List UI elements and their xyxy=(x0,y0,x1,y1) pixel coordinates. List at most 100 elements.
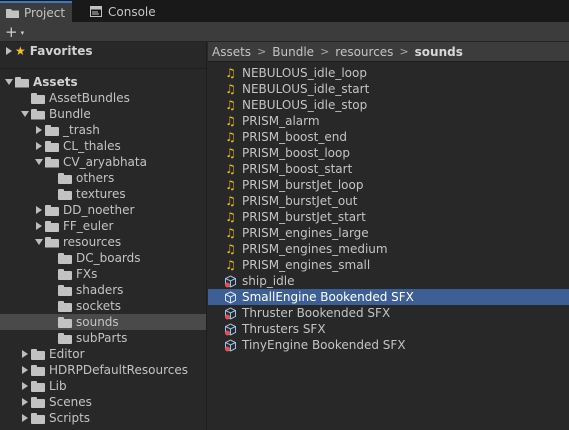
tree-item-assets[interactable]: Assets xyxy=(0,74,206,90)
tree-item-sounds[interactable]: sounds xyxy=(0,314,206,330)
file-item[interactable]: ♫ PRISM_boost_loop xyxy=(208,145,569,161)
expand-arrow-icon[interactable] xyxy=(34,205,44,215)
folder-tree-panel: ★ Favorites Assets AssetBundles Bundle _… xyxy=(0,42,207,430)
tree-item-hdrp-default-resources[interactable]: HDRPDefaultResources xyxy=(0,362,206,378)
tree-item-bundle[interactable]: Bundle xyxy=(0,106,206,122)
tree-item-label: FXs xyxy=(76,267,98,281)
folder-icon xyxy=(58,316,72,328)
file-name: PRISM_engines_large xyxy=(242,226,369,240)
file-item[interactable]: ♫ NEBULOUS_idle_start xyxy=(208,81,569,97)
file-item[interactable]: ♫ PRISM_alarm xyxy=(208,113,569,129)
tree-item-subparts[interactable]: subParts xyxy=(0,330,206,346)
expand-arrow-icon[interactable] xyxy=(4,46,14,56)
folder-icon xyxy=(58,252,72,264)
expand-arrow-icon[interactable] xyxy=(20,397,30,407)
tree-item-label: DC_boards xyxy=(76,251,141,265)
audio-clip-icon: ♫ xyxy=(225,258,236,272)
folder-icon xyxy=(58,188,72,200)
folder-icon xyxy=(31,364,45,376)
expand-arrow-icon[interactable] xyxy=(20,413,30,423)
tree-item-ff-euler[interactable]: FF_euler xyxy=(0,218,206,234)
audio-clip-icon: ♫ xyxy=(225,162,236,176)
tree-item-assetbundles[interactable]: AssetBundles xyxy=(0,90,206,106)
file-name: NEBULOUS_idle_loop xyxy=(242,66,367,80)
tree-item-label: resources xyxy=(63,235,122,249)
collapse-arrow-icon[interactable] xyxy=(4,77,14,87)
tree-item-sockets[interactable]: sockets xyxy=(0,298,206,314)
expand-arrow-icon[interactable] xyxy=(34,125,44,135)
file-item[interactable]: SmallEngine Bookended SFX xyxy=(208,289,569,305)
file-item[interactable]: TinyEngine Bookended SFX xyxy=(208,337,569,353)
tree-item-label: Lib xyxy=(49,379,67,393)
file-item[interactable]: ship_idle xyxy=(208,273,569,289)
collapse-arrow-icon[interactable] xyxy=(34,237,44,247)
audio-clip-icon: ♫ xyxy=(225,146,236,160)
tree-item-fxs[interactable]: FXs xyxy=(0,266,206,282)
expand-arrow-icon[interactable] xyxy=(34,221,44,231)
tree-item-dd-noether[interactable]: DD_noether xyxy=(0,202,206,218)
file-name: PRISM_alarm xyxy=(242,114,320,128)
file-name: Thruster Bookended SFX xyxy=(242,306,391,320)
tab-console[interactable]: Console xyxy=(84,2,164,22)
file-item[interactable]: ♫ NEBULOUS_idle_loop xyxy=(208,65,569,81)
file-item[interactable]: ♫ PRISM_boost_end xyxy=(208,129,569,145)
audio-clip-icon: ♫ xyxy=(225,82,236,96)
folder-icon xyxy=(45,140,59,152)
tree-item-label: Assets xyxy=(33,75,78,89)
file-item[interactable]: Thruster Bookended SFX xyxy=(208,305,569,321)
file-item[interactable]: ♫ PRISM_boost_start xyxy=(208,161,569,177)
console-icon xyxy=(90,6,103,18)
file-item[interactable]: ♫ PRISM_engines_large xyxy=(208,225,569,241)
file-name: PRISM_burstJet_loop xyxy=(242,178,364,192)
tree-item-scripts[interactable]: Scripts xyxy=(0,410,206,426)
tree-item-favorites[interactable]: ★ Favorites xyxy=(0,43,206,59)
expand-arrow-icon[interactable] xyxy=(20,365,30,375)
tree-item-others[interactable]: others xyxy=(0,170,206,186)
breadcrumb: Assets > Bundle > resources > sounds xyxy=(208,42,569,62)
file-item[interactable]: ♫ PRISM_engines_medium xyxy=(208,241,569,257)
tree-item-label: CV_aryabhata xyxy=(63,155,147,169)
breadcrumb-sounds[interactable]: sounds xyxy=(415,45,463,59)
file-item[interactable]: ♫ PRISM_burstJet_loop xyxy=(208,177,569,193)
add-asset-button[interactable]: + ▾ xyxy=(5,23,33,41)
audio-clip-icon: ♫ xyxy=(225,194,236,208)
folder-icon xyxy=(31,396,45,408)
tree-item-scenes[interactable]: Scenes xyxy=(0,394,206,410)
breadcrumb-resources[interactable]: resources xyxy=(335,45,393,59)
file-name: ship_idle xyxy=(242,274,295,288)
file-name: SmallEngine Bookended SFX xyxy=(242,290,414,304)
folder-icon xyxy=(31,92,45,104)
file-name: PRISM_burstJet_out xyxy=(242,194,358,208)
tree-item-dc-boards[interactable]: DC_boards xyxy=(0,250,206,266)
folder-open-icon xyxy=(45,156,59,168)
tree-item-cv-aryabhata[interactable]: CV_aryabhata xyxy=(0,154,206,170)
tree-item-label: sockets xyxy=(76,299,122,313)
breadcrumb-assets[interactable]: Assets xyxy=(212,45,251,59)
file-item[interactable]: ♫ NEBULOUS_idle_stop xyxy=(208,97,569,113)
tree-item-editor[interactable]: Editor xyxy=(0,346,206,362)
prefab-icon xyxy=(225,338,236,352)
chevron-right-icon: > xyxy=(399,45,409,58)
tree-item-trash[interactable]: _trash xyxy=(0,122,206,138)
file-item[interactable]: ♫ PRISM_engines_small xyxy=(208,257,569,273)
file-item[interactable]: ♫ PRISM_burstJet_out xyxy=(208,193,569,209)
tree-item-shaders[interactable]: shaders xyxy=(0,282,206,298)
collapse-arrow-icon[interactable] xyxy=(34,157,44,167)
tree-item-label: Scenes xyxy=(49,395,92,409)
tree-item-label: sounds xyxy=(76,315,119,329)
expand-arrow-icon[interactable] xyxy=(20,381,30,391)
expand-arrow-icon[interactable] xyxy=(20,349,30,359)
collapse-arrow-icon[interactable] xyxy=(20,109,30,119)
breadcrumb-bundle[interactable]: Bundle xyxy=(272,45,314,59)
tree-item-resources[interactable]: resources xyxy=(0,234,206,250)
file-item[interactable]: ♫ PRISM_burstJet_start xyxy=(208,209,569,225)
tree-item-cl-thales[interactable]: CL_thales xyxy=(0,138,206,154)
file-list-panel: Assets > Bundle > resources > sounds ♫ NE… xyxy=(208,42,569,430)
file-item[interactable]: Thrusters SFX xyxy=(208,321,569,337)
tree-item-lib[interactable]: Lib xyxy=(0,378,206,394)
expand-arrow-icon[interactable] xyxy=(34,141,44,151)
tab-project[interactable]: Project xyxy=(0,1,72,22)
folder-icon xyxy=(58,268,72,280)
tree-item-label: DD_noether xyxy=(63,203,135,217)
tree-item-textures[interactable]: textures xyxy=(0,186,206,202)
